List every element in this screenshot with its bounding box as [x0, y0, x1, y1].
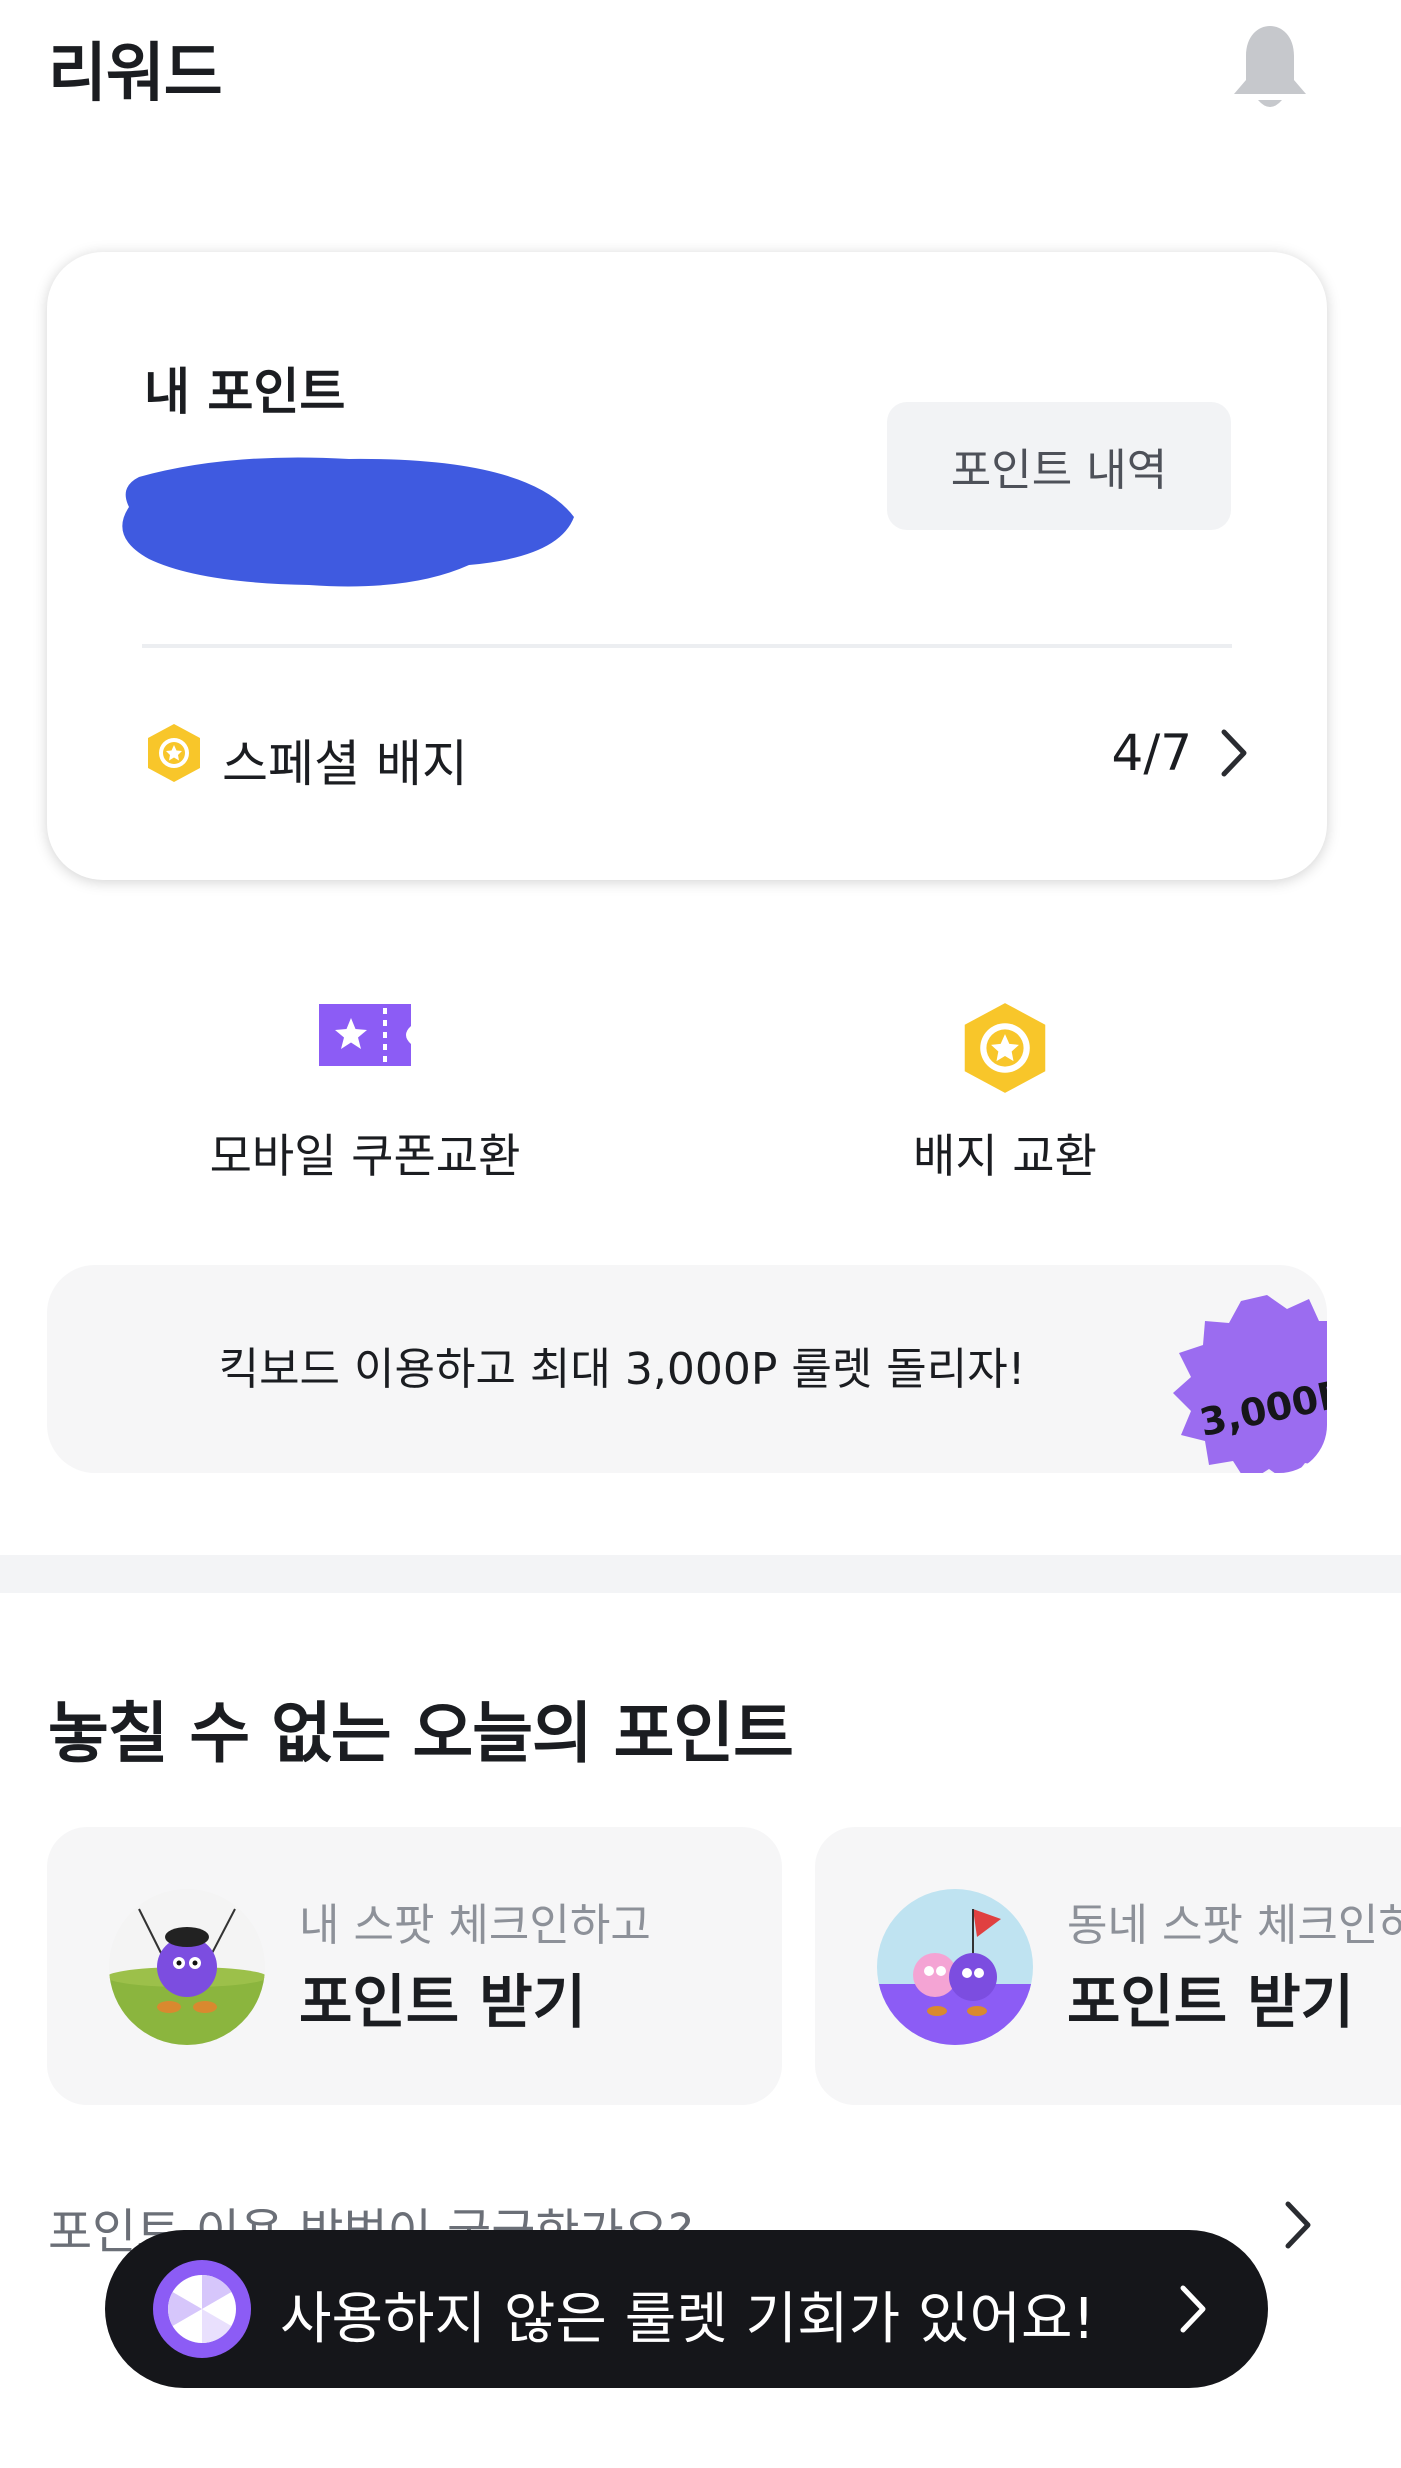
special-badge-row[interactable]: 스페셜 배지 4/7 [142, 702, 1262, 802]
points-card: 내 포인트 포인트 내역 스페셜 배지 4/7 [47, 252, 1327, 880]
card-subtitle: 내 스팟 체크인하고 [299, 1900, 651, 1951]
banner-text: 킥보드 이용하고 최대 3,000P 룰렛 돌리자! [218, 1344, 1026, 1395]
price-sticker: 3,000P [1173, 1295, 1327, 1473]
special-badge-label: 스페셜 배지 [222, 735, 468, 793]
checkin-neighborhood-spot-card[interactable]: 동네 스팟 체크인하고 포인트 받기 [815, 1827, 1401, 2105]
points-history-button[interactable]: 포인트 내역 [887, 402, 1231, 530]
checkin-my-spot-card[interactable]: 내 스팟 체크인하고 포인트 받기 [47, 1827, 782, 2105]
card-subtitle: 동네 스팟 체크인하고 [1067, 1900, 1401, 1951]
character-avatar [877, 1889, 1033, 2045]
chevron-right-icon [1285, 2201, 1311, 2249]
card-title: 포인트 받기 [1067, 1968, 1354, 2036]
card-title: 포인트 받기 [299, 1968, 586, 2036]
page-title: 리워드 [48, 37, 223, 111]
character-avatar [109, 1889, 265, 2045]
bell-icon[interactable] [1220, 20, 1320, 120]
ticket-star-icon [319, 1004, 411, 1066]
header: 리워드 [0, 0, 1401, 150]
chevron-right-icon [1180, 2285, 1206, 2333]
divider [142, 644, 1232, 648]
roulette-icon [153, 2260, 251, 2358]
kickboard-roulette-banner[interactable]: 킥보드 이용하고 최대 3,000P 룰렛 돌리자! 3,000P [47, 1265, 1327, 1473]
badge-exchange-label: 배지 교환 [913, 1129, 1097, 1183]
badge-star-icon [148, 724, 200, 782]
points-value-redacted [122, 457, 575, 587]
chevron-right-icon [1221, 729, 1247, 777]
unused-roulette-toast[interactable]: 사용하지 않은 룰렛 기회가 있어요! [105, 2230, 1268, 2388]
section-title: 놓칠 수 없는 오늘의 포인트 [48, 1695, 794, 1772]
badge-star-icon [964, 1003, 1046, 1093]
points-label: 내 포인트 [144, 363, 346, 421]
badge-exchange[interactable]: 배지 교환 [785, 990, 1225, 1190]
mobile-coupon-label: 모바일 쿠폰교환 [209, 1129, 521, 1183]
special-badge-count: 4/7 [1111, 724, 1192, 782]
section-separator [0, 1555, 1401, 1593]
mobile-coupon-exchange[interactable]: 모바일 쿠폰교환 [145, 990, 585, 1190]
toast-message: 사용하지 않은 룰렛 기회가 있어요! [280, 2287, 1095, 2352]
